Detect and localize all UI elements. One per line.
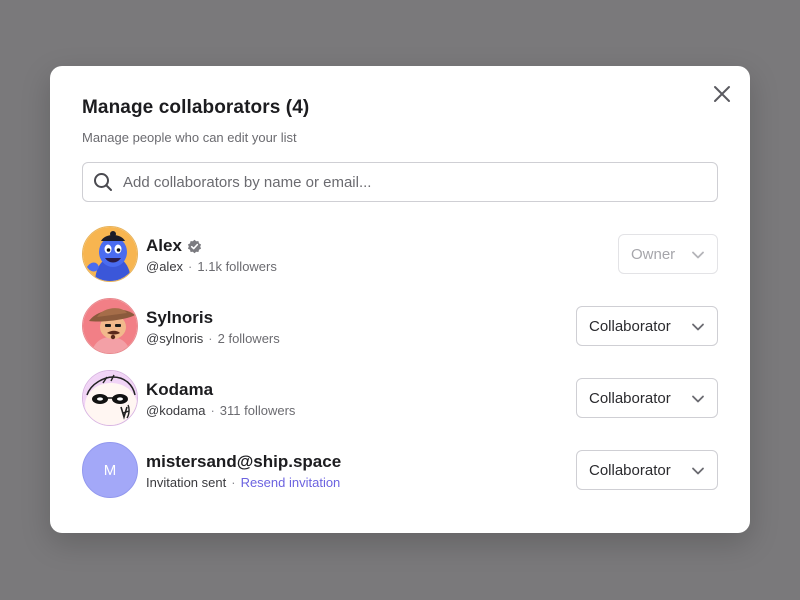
collaborator-name: Kodama xyxy=(146,380,214,399)
separator-dot: · xyxy=(188,259,193,274)
close-icon xyxy=(714,86,730,102)
collaborator-row-alex: Alex @alex · 1.1k followers Owner xyxy=(82,226,718,282)
resend-invitation-link[interactable]: Resend invitation xyxy=(241,475,341,490)
avatar-alex xyxy=(82,226,138,282)
collaborator-handle: @kodama xyxy=(146,403,206,418)
avatar-initial-letter: M xyxy=(103,461,117,479)
collaborator-row-kodama: Kodama @kodama · 311 followers Collaborato… xyxy=(82,370,718,426)
dialog-subtitle: Manage people who can edit your list xyxy=(82,130,297,145)
collaborator-meta: @sylnoris · 2 followers xyxy=(146,331,280,346)
collaborator-name: mistersand@ship.space xyxy=(146,452,342,471)
chevron-down-icon xyxy=(692,251,704,259)
collaborator-meta: Invitation sent · Resend invitation xyxy=(146,475,340,490)
collaborator-meta: @kodama · 311 followers xyxy=(146,403,295,418)
separator-dot: · xyxy=(210,403,215,418)
dialog-title: Manage collaborators (4) xyxy=(82,97,310,118)
chevron-down-icon xyxy=(692,323,704,331)
role-select[interactable]: Collaborator xyxy=(576,378,718,418)
collaborator-handle: @alex xyxy=(146,259,184,274)
collaborator-meta: @alex · 1.1k followers xyxy=(146,259,277,274)
separator-dot: · xyxy=(208,331,213,346)
invitation-status: Invitation sent xyxy=(146,475,227,490)
collaborator-handle: @sylnoris xyxy=(146,331,204,346)
chevron-down-icon xyxy=(692,395,704,403)
role-select-owner: Owner xyxy=(618,234,718,274)
avatar-initial: M xyxy=(82,442,138,498)
role-label: Owner xyxy=(631,245,676,263)
collaborator-name: Alex xyxy=(146,236,202,256)
search-icon xyxy=(94,173,112,191)
separator-dot: · xyxy=(231,475,236,490)
search-field[interactable] xyxy=(82,162,718,202)
role-label: Collaborator xyxy=(589,317,671,335)
role-label: Collaborator xyxy=(589,461,671,479)
role-label: Collaborator xyxy=(589,389,671,407)
close-button[interactable] xyxy=(712,84,732,104)
manage-collaborators-dialog: Manage collaborators (4) Manage people w… xyxy=(50,66,750,533)
verified-badge-icon xyxy=(187,239,201,253)
search-input[interactable] xyxy=(123,173,683,191)
avatar-kodama xyxy=(82,370,138,426)
role-select[interactable]: Collaborator xyxy=(576,306,718,346)
follower-count: 2 followers xyxy=(217,331,280,346)
chevron-down-icon xyxy=(692,467,704,475)
collaborator-row-invited: M mistersand@ship.space Invitation sent ·… xyxy=(82,442,718,498)
collaborator-name: Sylnoris xyxy=(146,308,214,327)
role-select[interactable]: Collaborator xyxy=(576,450,718,490)
follower-count: 311 followers xyxy=(219,403,296,418)
avatar-sylnoris xyxy=(82,298,138,354)
follower-count: 1.1k followers xyxy=(197,259,277,274)
collaborator-row-sylnoris: Sylnoris @sylnoris · 2 followers Collabora… xyxy=(82,298,718,354)
